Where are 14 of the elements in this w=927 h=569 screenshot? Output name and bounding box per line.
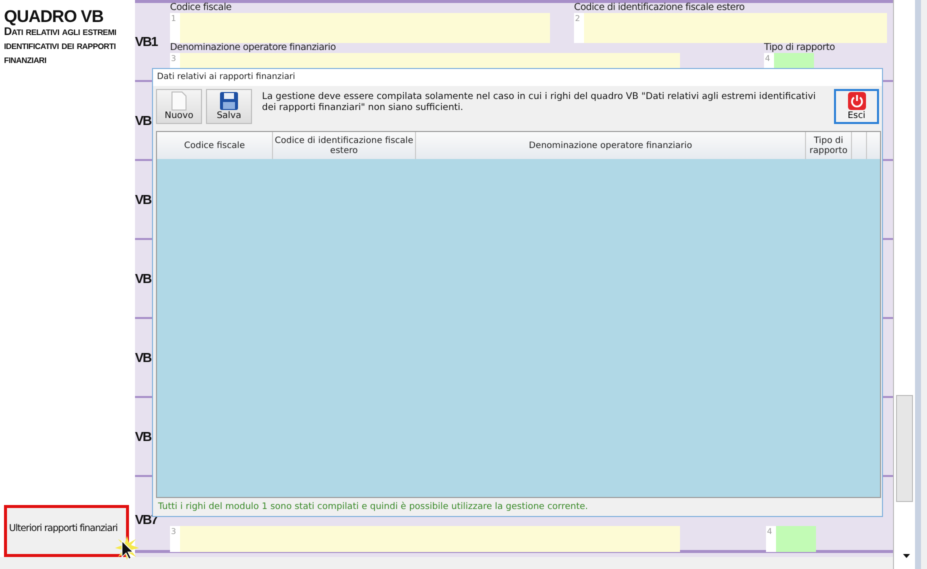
field-label: Codice di identificazione fiscale estero	[574, 3, 746, 13]
row-label: VB	[135, 192, 152, 207]
row-label: VB	[135, 429, 152, 444]
field-label: Tipo di rapporto	[764, 43, 835, 53]
info-message: La gestione deve essere compilata solamente nel caso in cui i righi del quadro VB "Dati relativi agli estremi identificativi dei rapporti finanziari" non siano sufficienti.	[261, 90, 817, 113]
row-label: VB1	[135, 34, 159, 49]
field-label: Denominazione operatore finanziario	[170, 43, 337, 53]
dialog-title: Dati relativi ai rapporti finanziari	[153, 69, 882, 86]
section-title: QUADRO VB	[4, 8, 104, 25]
row-label: VB	[135, 271, 152, 286]
row-label: VB	[135, 350, 152, 365]
status-message: Tutti i righi del modulo 1 sono stati compilati e quindi è possibile utilizzare la gestione corrente.	[157, 500, 590, 514]
field-label: Codice fiscale	[170, 3, 232, 13]
section-subtitle: Dati relativi agli estremi identificativi dei rapporti finanziari	[4, 26, 118, 67]
